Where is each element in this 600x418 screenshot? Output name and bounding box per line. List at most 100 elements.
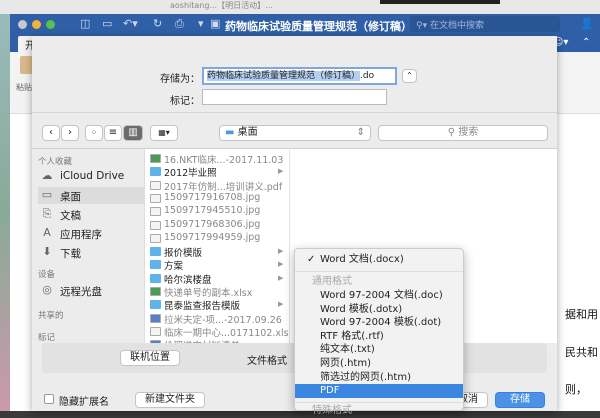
filename-input[interactable]: 药物临床试验质量管理规范（修订稿）.do xyxy=(202,67,397,85)
hide-extension-checkbox[interactable] xyxy=(44,394,54,404)
list-view-button[interactable]: ≡ xyxy=(104,125,122,141)
folder-icon: ▬ xyxy=(225,127,235,138)
menu-item-format[interactable]: 网页(.htm) xyxy=(295,357,463,371)
file-list-item[interactable]: 哈尔滨楼盘 ▶ xyxy=(150,272,283,286)
file-icon xyxy=(150,326,161,336)
document-search-input[interactable]: ⚲▾ 在文档中搜索 xyxy=(410,16,560,32)
disc-icon: ◎ xyxy=(42,283,52,296)
favorites-header: 个人收藏 xyxy=(38,157,73,167)
updown-icon: ⇕ xyxy=(356,127,365,138)
chevron-right-icon: ▶ xyxy=(278,273,284,282)
undo-icon[interactable]: ↶▾ xyxy=(123,17,138,30)
collapse-ribbon-icon[interactable]: ⌃ xyxy=(582,37,590,48)
tags-header: 标记 xyxy=(38,333,56,343)
print-icon[interactable]: ⎙ xyxy=(175,17,184,31)
desktop-icon: ▭ xyxy=(41,188,53,201)
devices-header: 设备 xyxy=(38,270,56,280)
menu-item-format[interactable]: 筛选过的网页(.htm) xyxy=(295,371,463,385)
document-text: 则， xyxy=(565,383,587,396)
menu-item-format[interactable]: Word 97-2004 文档(.doc) xyxy=(295,289,463,303)
file-list-item[interactable]: 16.NKT临床...-2017.11.03 xyxy=(150,152,283,166)
search-icon: ⚲▾ xyxy=(416,21,430,31)
group-button[interactable]: ▦▾ xyxy=(150,125,178,141)
folder-icon xyxy=(150,247,161,257)
chevron-right-icon: ▶ xyxy=(278,167,284,176)
minimize-button[interactable] xyxy=(32,20,41,29)
folder-icon xyxy=(150,273,161,283)
download-icon: ⬇ xyxy=(42,245,52,258)
file-format-label: 文件格式 xyxy=(247,356,287,367)
sidebar-item-remote-disc[interactable]: ◎ 远程光盘 xyxy=(38,282,144,299)
file-list-item[interactable]: 2012毕业照 ▶ xyxy=(150,165,283,179)
close-button[interactable] xyxy=(18,20,27,29)
file-list-item[interactable]: 快递单号的副本.xlsx xyxy=(150,285,252,299)
hide-extension-label: 隐藏扩展名 xyxy=(59,397,109,408)
checkmark-icon: ✓ xyxy=(307,254,316,265)
sidebar-toggle-icon[interactable]: ◫ xyxy=(80,17,90,30)
menu-item-format[interactable]: PDF xyxy=(295,384,463,399)
customize-icon[interactable]: ▾ xyxy=(198,17,204,30)
chevron-right-icon: ▶ xyxy=(278,260,284,269)
search-input[interactable]: ⚲ 搜索 xyxy=(378,125,548,141)
icon-view-button[interactable]: ⁘ xyxy=(85,125,103,141)
file-column: 16.NKT临床...-2017.11.03 2012毕业照 ▶ 2017年仿制...… xyxy=(145,149,290,344)
collapse-dialog-button[interactable]: ⌃ xyxy=(402,69,417,83)
new-folder-button[interactable]: 新建文件夹 xyxy=(135,392,205,408)
location-select[interactable]: ▬ 桌面 ⇕ xyxy=(219,125,371,141)
file-list-item[interactable]: 1509717968306.jpg xyxy=(150,219,260,232)
file-list-item[interactable]: 临床一期中心...0171102.xls xyxy=(150,325,289,339)
file-icon xyxy=(150,180,161,190)
chevron-right-icon: ▶ xyxy=(278,300,284,309)
file-list-item[interactable]: 昆泰监查报告模版 ▶ xyxy=(150,298,283,312)
documents-icon: ⎘ xyxy=(42,207,52,220)
online-locations-button[interactable]: 联机位置 xyxy=(120,350,180,366)
forward-button[interactable]: › xyxy=(61,125,79,141)
applications-icon: A xyxy=(43,226,51,239)
menu-header-special: 特殊格式 xyxy=(312,405,352,416)
tags-label: 标记： xyxy=(170,96,200,107)
redo-icon[interactable]: ↻ xyxy=(153,17,162,30)
chevron-right-icon: ▶ xyxy=(278,247,284,256)
document-icon: ▣ xyxy=(210,17,221,30)
menu-item-format[interactable]: Word 模板(.dotx) xyxy=(295,303,463,317)
sidebar-item-desktop[interactable]: ▭ 桌面 xyxy=(38,187,144,204)
menu-item-format[interactable]: 纯文本(.txt) xyxy=(295,343,463,357)
file-list-item[interactable]: 1509717916708.jpg xyxy=(150,192,260,205)
folder-icon xyxy=(150,167,161,177)
shared-header: 共享的 xyxy=(38,311,64,321)
filename-extension: .do xyxy=(360,71,375,81)
back-button[interactable]: ‹ xyxy=(42,125,60,141)
sidebar-item-downloads[interactable]: ⬇ 下载 xyxy=(38,244,144,261)
save-icon[interactable]: ▭ xyxy=(102,17,112,30)
menu-item-docx[interactable]: ✓ Word 文档(.docx) xyxy=(295,253,463,267)
file-icon xyxy=(150,154,161,163)
menu-item-format[interactable]: RTF 格式(.rtf) xyxy=(295,330,463,344)
file-list-item[interactable]: 报价模版 ▶ xyxy=(150,245,283,259)
file-list-item[interactable]: 1509717945510.jpg xyxy=(150,205,260,218)
file-list-item[interactable]: 1509717994959.jpg xyxy=(150,232,260,245)
document-text: 据和用 xyxy=(565,308,598,321)
save-as-label: 存储为： xyxy=(160,74,200,85)
sidebar-item-icloud[interactable]: ☁ iCloud Drive xyxy=(38,168,144,185)
column-view-button[interactable]: ▥ xyxy=(123,125,143,141)
title-bar: ◫ ▭ ↶▾ ↻ ⎙ ▾ ▣ 药物临床试验质量管理规范（修订稿） ⚲▾ 在文档中… xyxy=(10,14,600,35)
tags-input[interactable] xyxy=(202,89,387,105)
file-list-item[interactable]: 方案 ▶ xyxy=(150,258,283,272)
file-icon xyxy=(150,313,161,323)
sidebar-item-applications[interactable]: A 应用程序 xyxy=(38,225,144,242)
save-button[interactable]: 存储 xyxy=(495,392,545,408)
folder-icon xyxy=(150,300,161,310)
file-icon xyxy=(150,207,161,217)
window-title: 药物临床试验质量管理规范（修订稿） xyxy=(225,20,412,33)
share-icon[interactable]: 👤 xyxy=(580,17,594,30)
cloud-icon: ☁ xyxy=(41,169,53,182)
menu-header-common: 通用格式 xyxy=(312,276,352,287)
sidebar-item-documents[interactable]: ⎘ 文稿 xyxy=(38,206,144,223)
file-list-item[interactable]: 拉米夫定-项...-2017.09.26 xyxy=(150,312,282,326)
menu-item-format[interactable]: Word 97-2004 模板(.dot) xyxy=(295,316,463,330)
sidebar: 个人收藏 ☁ iCloud Drive ▭ 桌面 ⎘ 文稿 A 应用程序 ⬇ 下载 设备 … xyxy=(32,149,145,344)
zoom-button[interactable] xyxy=(46,20,55,29)
background-desktop: aoshitang...【明日活动】... xyxy=(0,0,600,14)
file-icon xyxy=(150,220,161,230)
file-list-item[interactable]: 2017年仿制...培训讲义.pdf xyxy=(150,179,282,193)
